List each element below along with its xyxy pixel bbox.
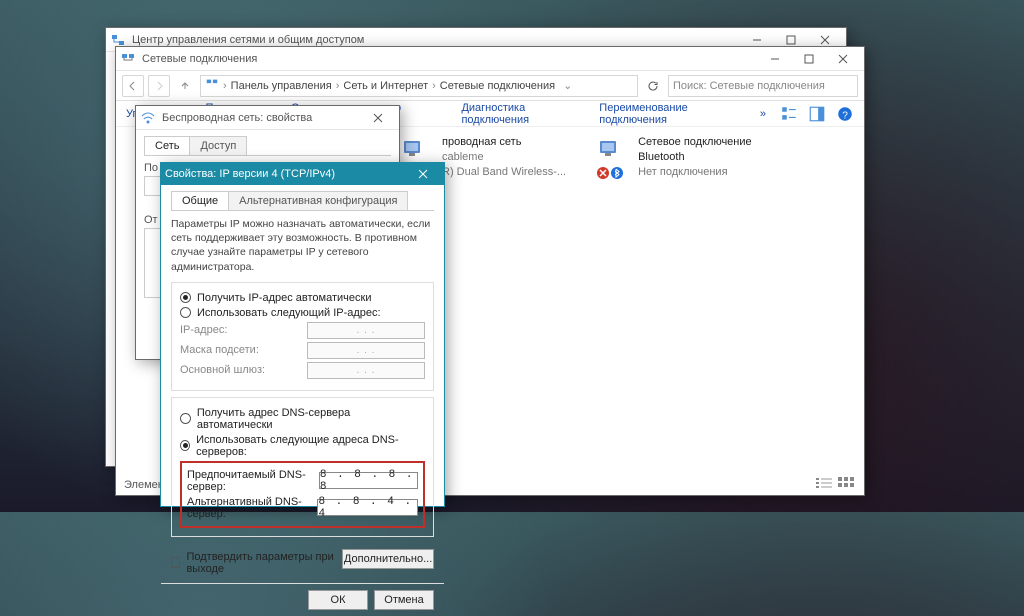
dialog-buttons: ОК Отмена [161, 583, 444, 610]
close-button[interactable] [406, 163, 440, 185]
view-options-icon[interactable] [780, 105, 798, 123]
bluetooth-icon [610, 166, 624, 180]
list-item[interactable]: Сетевое подключение Bluetooth Нет подклю… [596, 135, 752, 180]
gateway-label: Основной шлюз: [180, 364, 265, 376]
back-button[interactable] [122, 75, 144, 97]
bluetooth-adapter-icon [596, 135, 630, 180]
info-text: Параметры IP можно назначать автоматичес… [171, 217, 434, 274]
breadcrumb-item[interactable]: Сетевые подключения [440, 80, 555, 92]
breadcrumb-item[interactable]: Сеть и Интернет [343, 80, 428, 92]
item-title: проводная сеть [442, 135, 566, 150]
window-title: Беспроводная сеть: свойства [162, 112, 312, 124]
tab-access[interactable]: Доступ [189, 136, 247, 155]
tab-general[interactable]: Общие [171, 191, 229, 210]
alternate-dns-label: Альтернативный DNS-сервер: [187, 496, 317, 520]
chevron-right-icon: › [223, 80, 227, 92]
help-icon[interactable]: ? [836, 105, 854, 123]
error-icon [596, 166, 610, 180]
preferred-dns-field[interactable]: 8 . 8 . 8 . 8 [319, 472, 418, 489]
status-bar: Элемен [124, 479, 164, 491]
window-title: Свойства: IP версии 4 (TCP/IPv4) [165, 168, 335, 180]
item-detail: Нет подключения [638, 165, 752, 180]
address-bar-row: › Панель управления › Сеть и Интернет › … [116, 71, 864, 101]
radio-dns-manual[interactable]: Использовать следующие адреса DNS-сервер… [180, 434, 425, 458]
titlebar[interactable]: Свойства: IP версии 4 (TCP/IPv4) [161, 163, 444, 185]
tab-network[interactable]: Сеть [144, 136, 190, 155]
dns-highlight: Предпочитаемый DNS-сервер:8 . 8 . 8 . 8 … [180, 461, 425, 528]
validate-on-exit-checkbox[interactable]: Подтвердить параметры при выходе [171, 551, 342, 575]
breadcrumb-item[interactable]: Панель управления [231, 80, 332, 92]
close-button[interactable] [826, 48, 860, 70]
search-input[interactable]: Поиск: Сетевые подключения [668, 75, 858, 97]
chevron-right-icon: › [432, 80, 436, 92]
breadcrumb[interactable]: › Панель управления › Сеть и Интернет › … [200, 75, 638, 97]
up-button[interactable] [174, 75, 196, 97]
subnet-mask-label: Маска подсети: [180, 344, 259, 356]
rename-button[interactable]: Переименование подключения [599, 102, 746, 126]
alternate-dns-field[interactable]: 8 . 8 . 4 . 4 [317, 499, 418, 516]
ip-address-label: IP-адрес: [180, 324, 227, 336]
close-button[interactable] [361, 107, 395, 129]
item-detail: R) Dual Band Wireless-... [442, 165, 566, 180]
titlebar[interactable]: Сетевые подключения [116, 47, 864, 71]
tab-bar: Общие Альтернативная конфигурация [171, 191, 434, 211]
advanced-button[interactable]: Дополнительно... [342, 549, 434, 569]
tab-alt-config[interactable]: Альтернативная конфигурация [228, 191, 408, 210]
item-title: Сетевое подключение [638, 135, 752, 150]
item-subtitle: Bluetooth [638, 150, 752, 165]
wireless-icon [140, 110, 156, 126]
svg-text:?: ? [842, 110, 848, 121]
ip-address-field: . . . [307, 322, 425, 339]
gateway-field: . . . [307, 362, 425, 379]
tab-bar: Сеть Доступ [144, 136, 391, 156]
subnet-mask-field: . . . [307, 342, 425, 359]
view-mode-icons[interactable] [816, 477, 854, 489]
search-placeholder: Поиск: Сетевые подключения [673, 80, 825, 92]
diagnose-button[interactable]: Диагностика подключения [461, 102, 585, 126]
radio-ip-manual[interactable]: Использовать следующий IP-адрес: [180, 307, 425, 319]
network-connections-icon [205, 77, 219, 94]
cancel-button[interactable]: Отмена [374, 590, 434, 610]
chevron-down-icon[interactable]: ⌄ [563, 79, 572, 92]
maximize-button[interactable] [792, 48, 826, 70]
ipv4-properties-dialog: Свойства: IP версии 4 (TCP/IPv4) Общие А… [160, 162, 445, 507]
titlebar[interactable]: Беспроводная сеть: свойства [136, 106, 399, 130]
radio-ip-auto[interactable]: Получить IP-адрес автоматически [180, 292, 425, 304]
overflow-button[interactable]: » [760, 108, 766, 120]
window-title: Сетевые подключения [142, 53, 257, 65]
window-title: Центр управления сетями и общим доступом [132, 34, 364, 46]
ok-button[interactable]: ОК [308, 590, 368, 610]
item-subtitle: cableme [442, 150, 566, 165]
chevron-right-icon: › [336, 80, 340, 92]
ip-group: Получить IP-адрес автоматически Использо… [171, 282, 434, 391]
radio-dns-auto[interactable]: Получить адрес DNS-сервера автоматически [180, 407, 425, 431]
refresh-button[interactable] [642, 75, 664, 97]
dns-group: Получить адрес DNS-сервера автоматически… [171, 397, 434, 537]
forward-button[interactable] [148, 75, 170, 97]
minimize-button[interactable] [758, 48, 792, 70]
network-connections-icon [120, 51, 136, 67]
preferred-dns-label: Предпочитаемый DNS-сервер: [187, 469, 319, 493]
preview-pane-icon[interactable] [808, 105, 826, 123]
